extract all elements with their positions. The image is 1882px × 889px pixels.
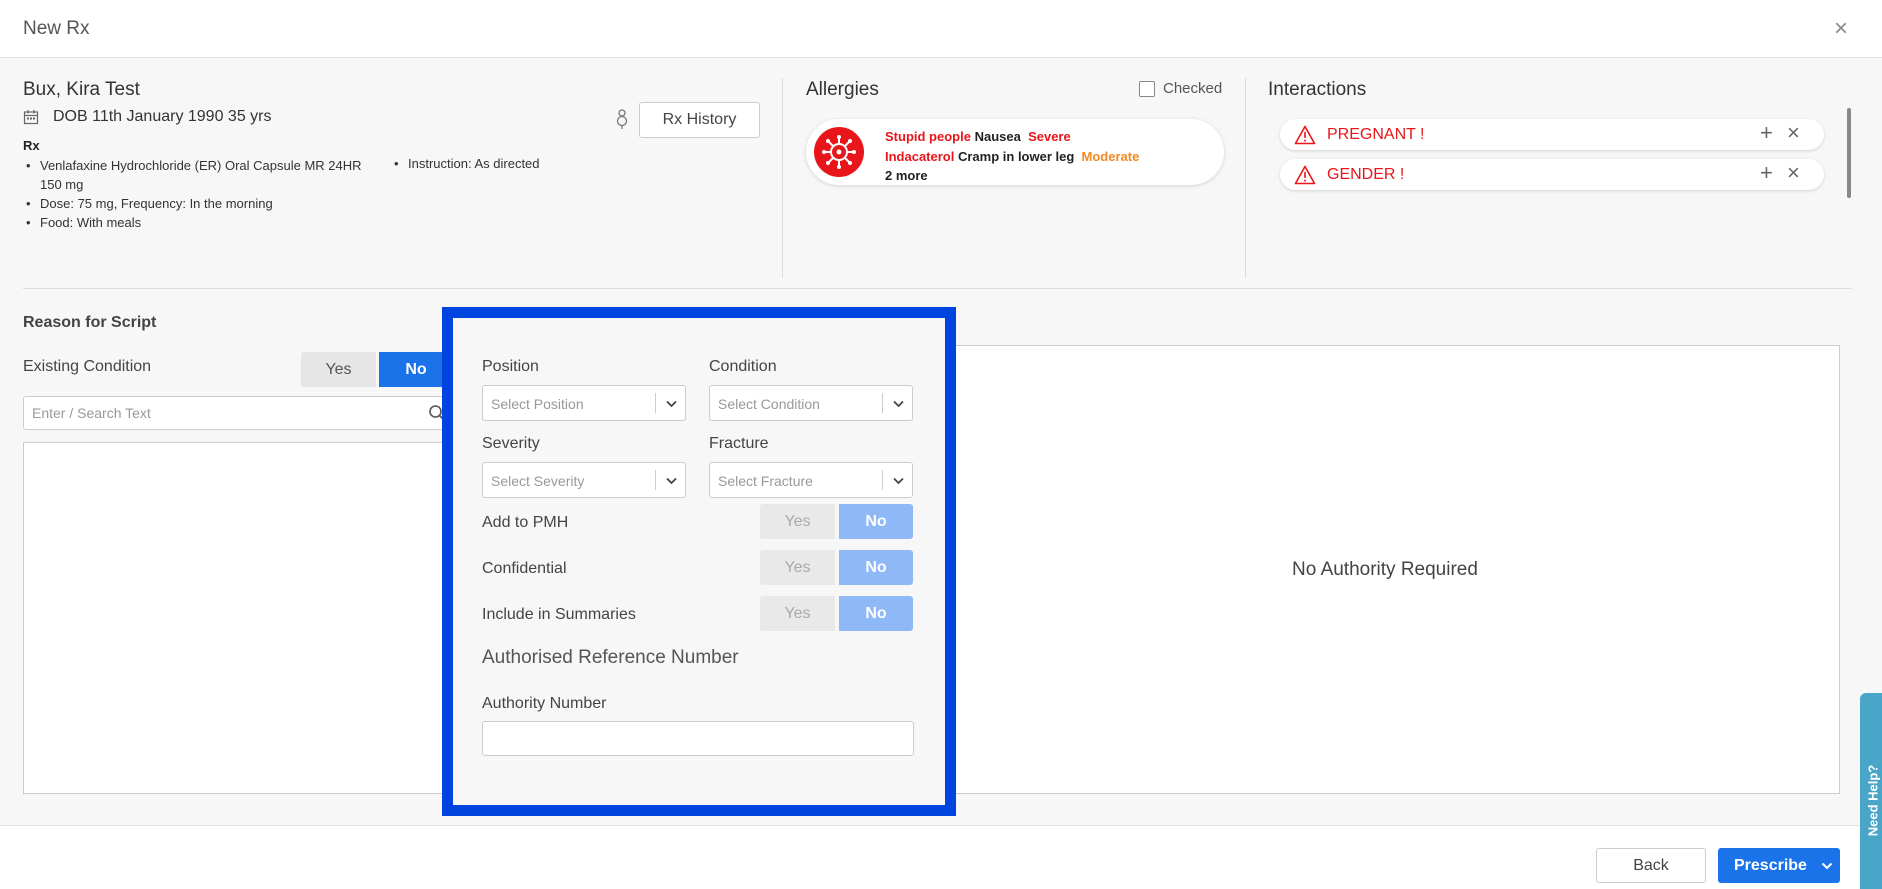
checked-checkbox[interactable] <box>1139 80 1155 97</box>
authority-panel: No Authority Required <box>930 345 1840 794</box>
warning-icon <box>1294 125 1316 145</box>
dob-row: DOB 11th January 1990 35 yrs <box>23 108 272 126</box>
condition-placeholder: Select Condition <box>718 396 820 412</box>
back-button[interactable]: Back <box>1596 848 1706 883</box>
dialog-titlebar: New Rx × <box>0 0 1882 58</box>
close-icon[interactable]: × <box>1834 15 1848 43</box>
patient-name: Bux, Kira Test <box>23 79 140 100</box>
chevron-down-icon <box>893 400 904 408</box>
add-to-pmh-label: Add to PMH <box>482 514 569 531</box>
rx-item: Venlafaxine Hydrochloride (ER) Oral Caps… <box>23 156 362 175</box>
rx-item-strength: 150 mg <box>40 177 84 192</box>
fracture-label: Fracture <box>709 435 769 452</box>
fracture-placeholder: Select Fracture <box>718 473 813 489</box>
female-icon <box>616 109 628 129</box>
need-help-label: Need Help? <box>1865 764 1881 837</box>
allergy-icon <box>814 127 864 177</box>
confidential-no-button[interactable]: No <box>839 550 913 585</box>
interactions-scrollbar[interactable] <box>1847 108 1851 198</box>
fracture-select[interactable]: Select Fracture <box>709 462 913 498</box>
select-separator <box>882 470 883 490</box>
select-separator <box>882 393 883 413</box>
allergies-checked[interactable]: Checked <box>1139 80 1222 97</box>
allergy-reaction: Nausea <box>974 129 1021 144</box>
interaction-label: PREGNANT ! <box>1327 126 1425 143</box>
include-in-summaries-toggle: Yes No <box>760 596 913 631</box>
allergy-agent: Stupid people <box>885 129 971 144</box>
patient-dob: DOB 11th January 1990 35 yrs <box>53 108 272 125</box>
rx-item: Food: With meals <box>23 213 362 232</box>
add-icon[interactable]: + <box>1760 160 1773 186</box>
allergies-title: Allergies <box>806 79 879 100</box>
section-divider <box>23 288 1852 289</box>
severity-placeholder: Select Severity <box>491 473 585 489</box>
dialog-body: Bux, Kira Test DOB 11th January 1990 35 … <box>0 58 1882 825</box>
position-select[interactable]: Select Position <box>482 385 686 421</box>
include-in-summaries-no-button[interactable]: No <box>839 596 913 631</box>
warning-icon <box>1294 165 1316 185</box>
add-icon[interactable]: + <box>1760 120 1773 146</box>
rx-item: Dose: 75 mg, Frequency: In the morning <box>23 194 362 213</box>
condition-details-form: Position Select Position Condition Selec… <box>453 318 945 805</box>
confidential-yes-button[interactable]: Yes <box>760 550 835 585</box>
interactions-title: Interactions <box>1268 79 1367 100</box>
column-divider <box>1245 78 1246 278</box>
condition-details-panel: Position Select Position Condition Selec… <box>442 307 956 816</box>
allergy-severity: Moderate <box>1081 148 1140 164</box>
column-divider <box>782 78 783 278</box>
allergy-lines: Stupid people Nausea Severe Indacaterol … <box>885 127 1139 186</box>
allergy-line: Indacaterol Cramp in lower leg Moderate <box>885 147 1139 167</box>
dialog-title: New Rx <box>23 18 90 39</box>
allergy-line: Stupid people Nausea Severe <box>885 127 1139 147</box>
add-to-pmh-no-button[interactable]: No <box>839 504 913 539</box>
allergy-reaction: Cramp in lower leg <box>957 148 1075 164</box>
rx-label: Rx <box>23 138 40 153</box>
add-to-pmh-toggle: Yes No <box>760 504 913 539</box>
interaction-item[interactable]: PREGNANT ! + × <box>1280 119 1824 150</box>
allergy-agent: Indacaterol <box>885 148 955 164</box>
select-separator <box>655 393 656 413</box>
allergies-more-link[interactable]: 2 more <box>885 166 1139 186</box>
allergy-severity: Severe <box>1028 129 1071 144</box>
reason-title: Reason for Script <box>23 314 157 331</box>
chevron-down-icon <box>666 477 677 485</box>
existing-condition-toggle: Yes No <box>301 352 453 387</box>
checked-label: Checked <box>1163 80 1223 97</box>
existing-yes-button[interactable]: Yes <box>301 352 376 387</box>
authority-number-label: Authority Number <box>482 695 607 712</box>
interaction-label: GENDER ! <box>1327 166 1405 183</box>
position-label: Position <box>482 358 539 375</box>
condition-label: Condition <box>709 358 777 375</box>
add-to-pmh-yes-button[interactable]: Yes <box>760 504 835 539</box>
condition-select[interactable]: Select Condition <box>709 385 913 421</box>
select-separator <box>655 470 656 490</box>
allergy-card[interactable]: Stupid people Nausea Severe Indacaterol … <box>806 119 1224 185</box>
rx-list: Venlafaxine Hydrochloride (ER) Oral Caps… <box>23 156 362 232</box>
include-in-summaries-yes-button[interactable]: Yes <box>760 596 835 631</box>
dialog-footer: Back Prescribe <box>0 825 1882 889</box>
authorised-reference-title: Authorised Reference Number <box>482 647 739 668</box>
interaction-item[interactable]: GENDER ! + × <box>1280 159 1824 190</box>
need-help-tab[interactable]: Need Help? <box>1860 693 1882 889</box>
confidential-label: Confidential <box>482 560 567 577</box>
severity-label: Severity <box>482 435 540 452</box>
rx-history-button[interactable]: Rx History <box>639 102 760 138</box>
rx-instruction: Instruction: As directed <box>391 156 540 171</box>
close-icon[interactable]: × <box>1787 120 1800 146</box>
chevron-down-icon[interactable] <box>1821 861 1833 871</box>
calendar-icon <box>23 110 39 125</box>
authority-number-input[interactable] <box>482 721 914 756</box>
chevron-down-icon <box>666 400 677 408</box>
confidential-toggle: Yes No <box>760 550 913 585</box>
chevron-down-icon <box>893 477 904 485</box>
condition-results-list[interactable] <box>23 442 453 794</box>
severity-select[interactable]: Select Severity <box>482 462 686 498</box>
no-authority-message: No Authority Required <box>1292 558 1478 580</box>
position-placeholder: Select Position <box>491 396 584 412</box>
condition-search-input[interactable] <box>23 396 453 430</box>
close-icon[interactable]: × <box>1787 160 1800 186</box>
include-in-summaries-label: Include in Summaries <box>482 606 636 623</box>
existing-condition-label: Existing Condition <box>23 358 152 375</box>
